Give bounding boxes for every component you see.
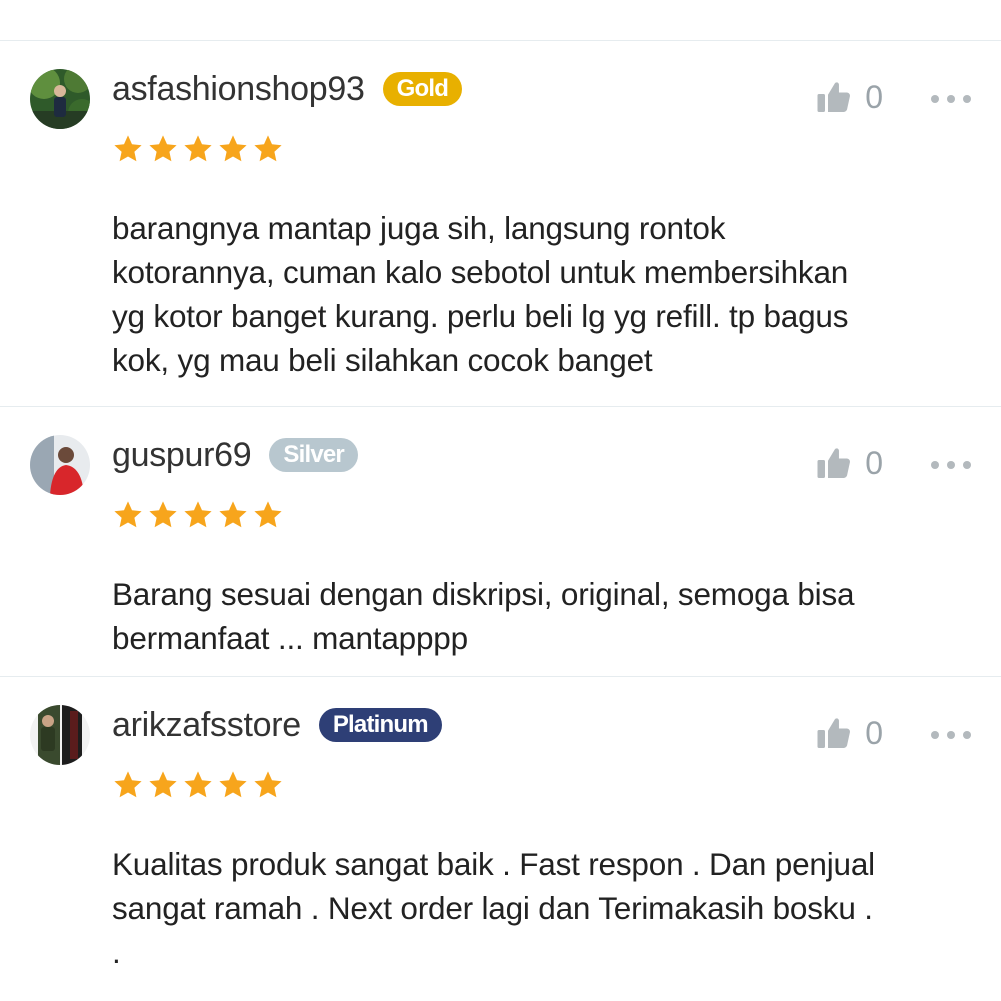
review-item: asfashionshop93 Gold 0 barangnya mantap … xyxy=(0,41,1001,407)
username[interactable]: asfashionshop93 xyxy=(112,69,365,109)
star-icon xyxy=(219,501,247,528)
thumbs-up-icon xyxy=(817,82,851,112)
review-text: barangnya mantap juga sih, langsung ront… xyxy=(112,210,849,378)
review-text: Kualitas produk sangat baik . Fast respo… xyxy=(112,846,875,970)
more-options-icon[interactable] xyxy=(931,457,971,473)
like-count: 0 xyxy=(865,715,883,751)
review-text: Barang sesuai dengan diskripsi, original… xyxy=(112,576,855,656)
membership-badge: Platinum xyxy=(318,708,442,742)
star-icon xyxy=(184,501,212,528)
like-button[interactable]: 0 xyxy=(815,79,883,115)
thumbs-up-icon xyxy=(817,718,851,748)
avatar[interactable] xyxy=(30,435,90,495)
star-icon xyxy=(254,135,282,162)
star-icon xyxy=(149,501,177,528)
star-icon xyxy=(149,771,177,798)
avatar[interactable] xyxy=(30,705,90,765)
star-rating xyxy=(112,769,284,801)
more-options-icon[interactable] xyxy=(931,727,971,743)
thumbs-up-icon xyxy=(817,448,851,478)
star-icon xyxy=(219,771,247,798)
review-item: arikzafsstore Platinum 0 Kualitas produk… xyxy=(0,677,1001,1001)
star-icon xyxy=(114,771,142,798)
like-count: 0 xyxy=(865,445,883,481)
star-icon xyxy=(219,135,247,162)
more-options-icon[interactable] xyxy=(931,91,971,107)
membership-badge: Gold xyxy=(382,72,463,106)
top-divider xyxy=(0,0,1001,41)
like-count: 0 xyxy=(865,79,883,115)
like-button[interactable]: 0 xyxy=(815,715,883,751)
membership-badge: Silver xyxy=(269,438,358,472)
review-item: guspur69 Silver 0 Barang sesuai dengan d… xyxy=(0,407,1001,677)
star-icon xyxy=(114,501,142,528)
avatar[interactable] xyxy=(30,69,90,129)
star-rating xyxy=(112,499,284,531)
star-icon xyxy=(114,135,142,162)
star-icon xyxy=(254,771,282,798)
star-rating xyxy=(112,133,284,165)
star-icon xyxy=(149,135,177,162)
like-button[interactable]: 0 xyxy=(815,445,883,481)
username[interactable]: arikzafsstore xyxy=(112,705,301,745)
star-icon xyxy=(184,771,212,798)
star-icon xyxy=(254,501,282,528)
star-icon xyxy=(184,135,212,162)
username[interactable]: guspur69 xyxy=(112,435,252,475)
